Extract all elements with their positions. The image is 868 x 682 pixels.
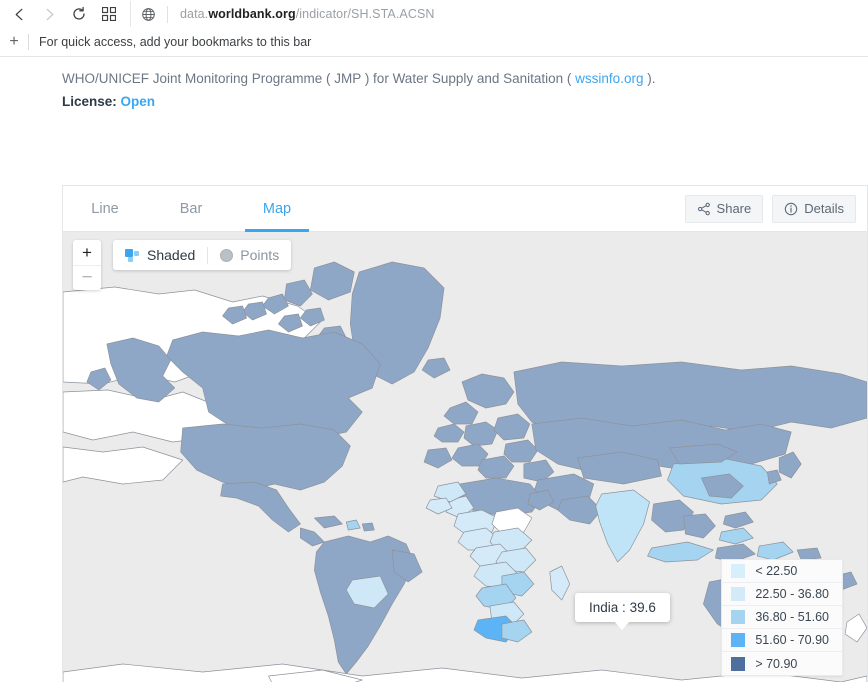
address-bar[interactable]: data.worldbank.org/indicator/SH.STA.ACSN xyxy=(130,1,868,27)
share-icon xyxy=(697,202,711,216)
tab-bar[interactable]: Bar xyxy=(169,186,213,231)
zoom-out-button[interactable]: − xyxy=(73,265,101,290)
legend-label: > 70.90 xyxy=(755,656,798,671)
tab-line-label: Line xyxy=(91,200,119,217)
forward-button[interactable] xyxy=(34,1,64,27)
page-content: WHO/UNICEF Joint Monitoring Programme ( … xyxy=(0,57,868,682)
legend-swatch xyxy=(731,656,746,671)
legend-swatch xyxy=(731,610,746,624)
bookmarks-divider xyxy=(28,34,29,50)
bookmarks-hint: For quick access, add your bookmarks to … xyxy=(39,35,312,49)
mode-points-label: Points xyxy=(240,247,280,263)
point-dot-icon xyxy=(220,248,234,262)
reload-button[interactable] xyxy=(64,1,94,27)
url-path: /indicator/SH.STA.ACSN xyxy=(295,7,435,21)
forward-arrow-icon xyxy=(42,7,57,22)
source-note: WHO/UNICEF Joint Monitoring Programme ( … xyxy=(62,69,868,89)
legend-label: 51.60 - 70.90 xyxy=(755,633,829,647)
legend-swatch xyxy=(731,587,746,601)
legend-swatch xyxy=(731,633,746,647)
chart-card: Line Bar Map Share Details + − Shaded Po… xyxy=(62,185,868,682)
tooltip-separator: : xyxy=(622,600,626,615)
details-label: Details xyxy=(804,201,844,216)
legend-label: < 22.50 xyxy=(755,564,798,578)
tooltip-value: 39.6 xyxy=(629,600,656,615)
mode-points[interactable]: Points xyxy=(208,240,291,270)
legend-item: < 22.50 xyxy=(722,560,842,583)
source-block: WHO/UNICEF Joint Monitoring Programme ( … xyxy=(0,57,868,112)
apps-button[interactable] xyxy=(94,1,124,27)
plus-icon: + xyxy=(9,33,19,50)
map-tooltip: India : 39.6 xyxy=(575,593,670,630)
url-divider xyxy=(167,5,168,23)
back-button[interactable] xyxy=(4,1,34,27)
source-text-before: WHO/UNICEF Joint Monitoring Programme ( … xyxy=(62,71,576,86)
license-value[interactable]: Open xyxy=(121,94,156,109)
info-circle-icon xyxy=(784,202,798,216)
legend-swatch xyxy=(731,564,746,578)
license-line: License: Open xyxy=(62,91,868,112)
mode-shaded[interactable]: Shaded xyxy=(113,240,207,270)
apps-grid-icon xyxy=(102,7,116,21)
legend-item: 36.80 - 51.60 xyxy=(722,606,842,629)
legend-label: 36.80 - 51.60 xyxy=(755,610,829,624)
details-button[interactable]: Details xyxy=(772,194,856,223)
chart-tabbar: Line Bar Map Share Details xyxy=(63,186,867,232)
mode-shaded-label: Shaded xyxy=(147,247,196,263)
license-label: License: xyxy=(62,94,117,109)
back-arrow-icon xyxy=(12,7,27,22)
tab-map-label: Map xyxy=(262,200,292,217)
tab-line[interactable]: Line xyxy=(83,186,127,231)
browser-toolbar: data.worldbank.org/indicator/SH.STA.ACSN xyxy=(0,0,868,28)
url-domain: worldbank.org xyxy=(208,7,296,21)
tab-bar-label: Bar xyxy=(179,200,203,217)
url-text: data.worldbank.org/indicator/SH.STA.ACSN xyxy=(180,7,435,21)
browser-chrome: data.worldbank.org/indicator/SH.STA.ACSN… xyxy=(0,0,868,57)
globe-icon xyxy=(141,7,156,22)
share-label: Share xyxy=(716,201,752,216)
tooltip-country: India xyxy=(589,600,619,615)
source-text-after: ). xyxy=(643,71,656,86)
world-map[interactable]: + − Shaded Points India : 39.6 < 22.50 2… xyxy=(63,232,867,682)
chart-actions: Share Details xyxy=(684,186,867,231)
add-bookmark-button[interactable]: + xyxy=(3,34,25,50)
zoom-in-button[interactable]: + xyxy=(73,240,101,265)
url-prefix: data. xyxy=(180,7,209,21)
shaded-squares-icon xyxy=(125,248,140,262)
map-mode-toggle[interactable]: Shaded Points xyxy=(113,240,292,270)
legend-item: > 70.90 xyxy=(722,652,842,675)
legend-item: 51.60 - 70.90 xyxy=(722,629,842,652)
legend-label: 22.50 - 36.80 xyxy=(755,587,829,601)
share-button[interactable]: Share xyxy=(684,194,764,223)
map-zoom-control[interactable]: + − xyxy=(73,240,101,290)
reload-icon xyxy=(71,6,87,22)
legend-item: 22.50 - 36.80 xyxy=(722,583,842,606)
source-link[interactable]: wssinfo.org xyxy=(575,71,643,86)
map-legend: < 22.50 22.50 - 36.80 36.80 - 51.60 51.6… xyxy=(721,559,843,676)
tab-map[interactable]: Map xyxy=(245,186,309,232)
bookmarks-bar: + For quick access, add your bookmarks t… xyxy=(0,28,868,57)
